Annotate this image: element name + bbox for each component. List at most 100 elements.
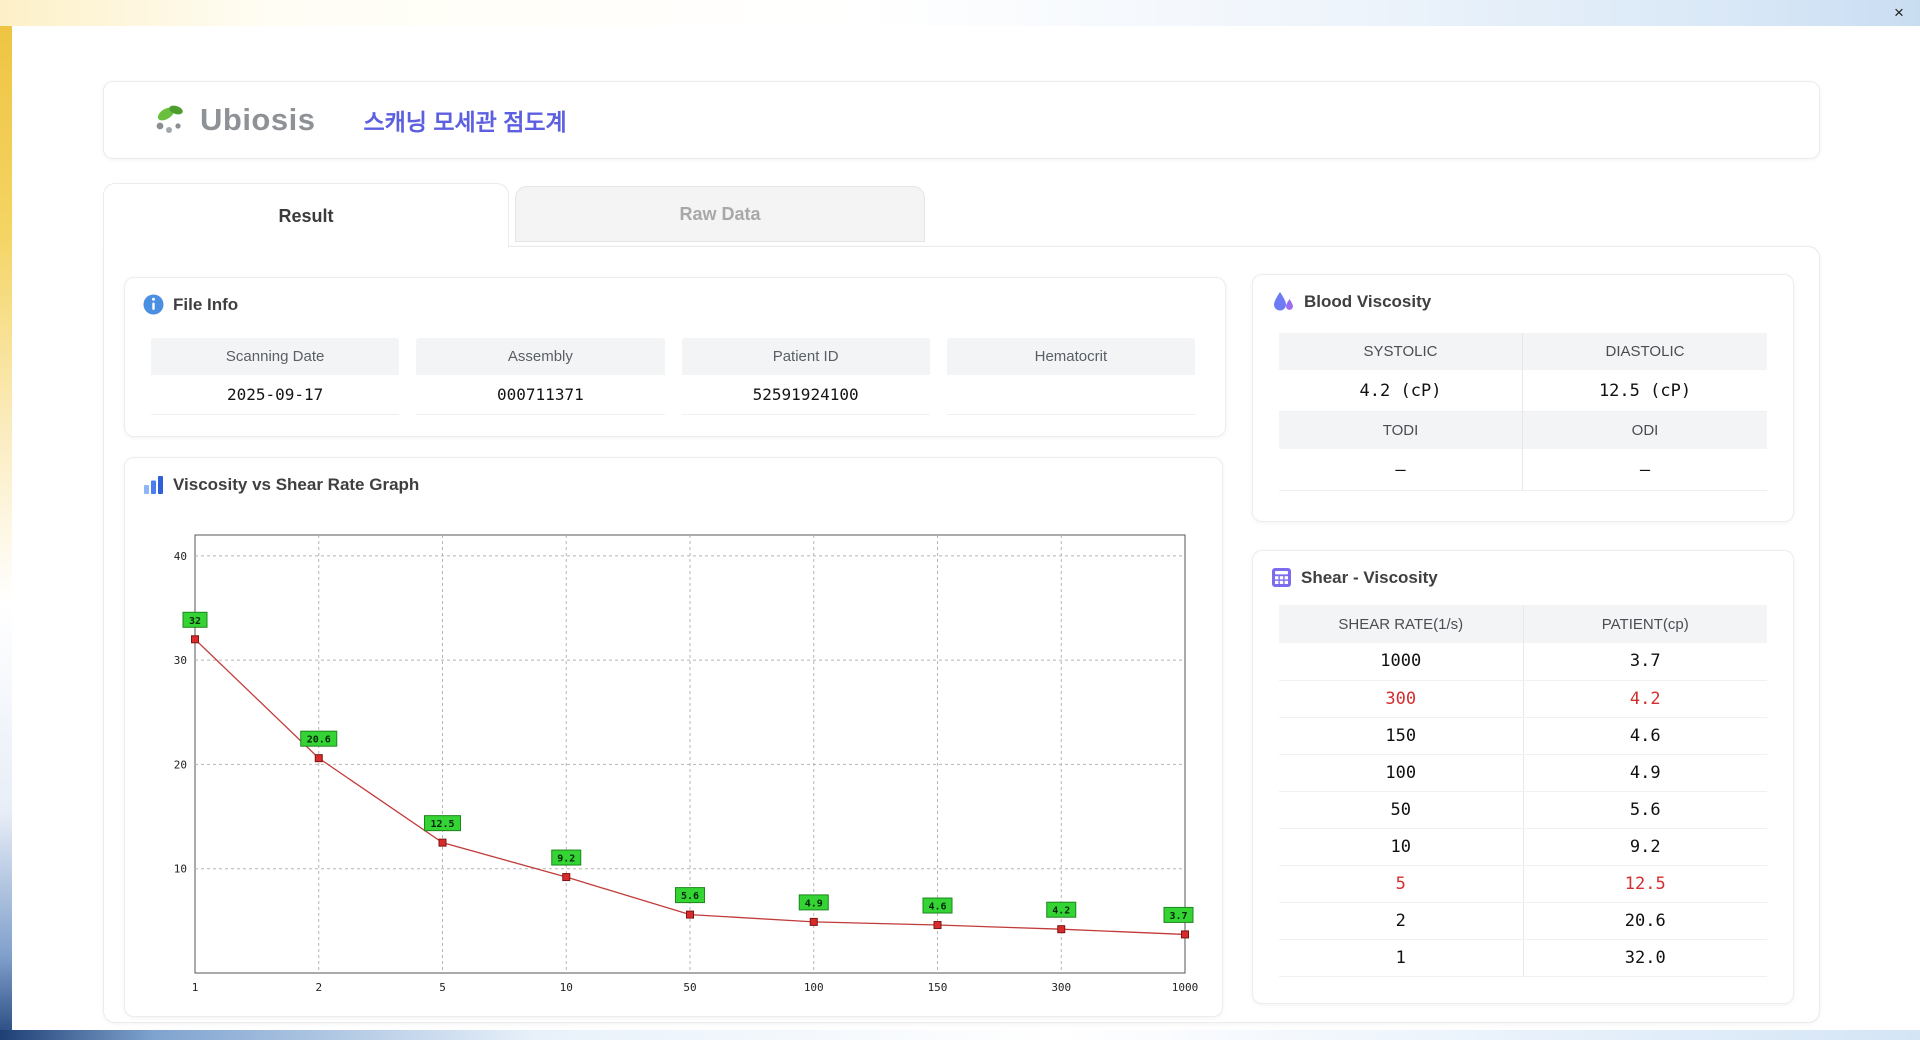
shear-cell: 1000 <box>1279 643 1524 681</box>
brand-logo: Ubiosis <box>152 102 315 138</box>
shear-cell: 10 <box>1279 828 1524 866</box>
patient-cell: 32.0 <box>1523 939 1767 977</box>
svg-text:3.7: 3.7 <box>1169 911 1187 922</box>
svg-text:100: 100 <box>804 981 824 994</box>
patient-cell: 9.2 <box>1523 828 1767 866</box>
svg-text:300: 300 <box>1051 981 1071 994</box>
shear-rate-column-header: SHEAR RATE(1/s) <box>1279 605 1524 643</box>
graph-title: Viscosity vs Shear Rate Graph <box>125 458 1222 495</box>
svg-text:1000: 1000 <box>1172 981 1199 994</box>
svg-text:4.2: 4.2 <box>1052 906 1070 917</box>
table-row: 300 4.2 <box>1279 680 1767 718</box>
odi-value: – <box>1523 449 1767 491</box>
blood-viscosity-title-text: Blood Viscosity <box>1304 292 1432 311</box>
shear-viscosity-title-text: Shear - Viscosity <box>1301 567 1438 587</box>
shear-table-header-row: SHEAR RATE(1/s) PATIENT(cp) <box>1279 605 1767 643</box>
todi-label: TODI <box>1279 412 1523 449</box>
blood-viscosity-table: SYSTOLIC DIASTOLIC 4.2 (cP) 12.5 (cP) TO… <box>1279 333 1767 491</box>
ubiosis-logo-icon <box>156 105 183 133</box>
field-label: Scanning Date <box>151 338 400 375</box>
svg-text:150: 150 <box>928 981 948 994</box>
systolic-value: 4.2 (cP) <box>1279 370 1523 412</box>
blood-viscosity-card: Blood Viscosity SYSTOLIC DIASTOLIC 4.2 (… <box>1252 274 1794 522</box>
field-value: 52591924100 <box>681 375 930 415</box>
field-assembly: Assembly 000711371 <box>416 338 665 415</box>
svg-text:20: 20 <box>174 758 187 771</box>
viscosity-chart: 10 20 30 40 1 2 5 10 50 100 150 300 1000 32 20.6 12.5 9.… <box>174 534 1199 994</box>
desktop-edge-left <box>0 0 12 1040</box>
info-icon <box>143 294 164 315</box>
tab-raw-data[interactable]: Raw Data <box>515 186 925 242</box>
tab-result-label: Result <box>278 205 334 226</box>
content-panel: File Info Scanning Date 2025-09-17 Assem… <box>103 246 1820 1023</box>
svg-text:5: 5 <box>439 981 446 994</box>
table-row: 50 5.6 <box>1279 791 1767 829</box>
header-card: Ubiosis 스캐닝 모세관 점도계 <box>103 81 1820 159</box>
svg-text:20.6: 20.6 <box>307 735 331 746</box>
field-scanning-date: Scanning Date 2025-09-17 <box>151 338 400 415</box>
patient-cell: 4.2 <box>1523 680 1767 718</box>
blood-viscosity-title: Blood Viscosity <box>1253 275 1793 313</box>
table-row: 150 4.6 <box>1279 717 1767 755</box>
svg-text:9.2: 9.2 <box>557 854 575 865</box>
app-window: Ubiosis 스캐닝 모세관 점도계 Result Raw Data File… <box>12 26 1920 1030</box>
shear-viscosity-title: Shear - Viscosity <box>1253 551 1793 588</box>
desktop-edge-bottom <box>0 1030 1920 1040</box>
systolic-label: SYSTOLIC <box>1279 333 1523 370</box>
patient-cell: 3.7 <box>1523 643 1767 681</box>
tab-raw-data-label: Raw Data <box>679 203 761 224</box>
field-patient-id: Patient ID 52591924100 <box>681 338 930 415</box>
field-value <box>946 375 1195 415</box>
field-value: 2025-09-17 <box>151 375 400 415</box>
svg-text:12.5: 12.5 <box>430 819 454 830</box>
file-info-title: File Info <box>125 278 1225 315</box>
shear-cell: 100 <box>1279 754 1524 792</box>
diastolic-label: DIASTOLIC <box>1523 333 1767 370</box>
file-info-title-text: File Info <box>173 294 239 314</box>
svg-text:40: 40 <box>174 550 187 563</box>
patient-cell: 4.6 <box>1523 717 1767 755</box>
blood-drops-icon <box>1274 292 1293 311</box>
field-hematocrit: Hematocrit <box>946 338 1195 415</box>
field-value: 000711371 <box>416 375 665 415</box>
shear-cell: 5 <box>1279 865 1524 903</box>
patient-cell: 12.5 <box>1523 865 1767 903</box>
svg-text:1: 1 <box>192 981 199 994</box>
table-row: 10 9.2 <box>1279 828 1767 866</box>
table-row: 100 4.9 <box>1279 754 1767 792</box>
table-icon <box>1272 568 1291 587</box>
svg-text:32: 32 <box>189 616 201 627</box>
table-row: 2 20.6 <box>1279 902 1767 940</box>
page-title: 스캐닝 모세관 점도계 <box>363 109 567 135</box>
file-info-fields: Scanning Date 2025-09-17 Assembly 000711… <box>151 338 1195 415</box>
table-row: 5 12.5 <box>1279 865 1767 903</box>
svg-text:10: 10 <box>560 981 573 994</box>
svg-text:10: 10 <box>174 863 187 876</box>
graph-card: Viscosity vs Shear Rate Graph 10 20 30 40 1 2… <box>124 457 1223 1017</box>
brand-name: Ubiosis <box>200 102 316 137</box>
diastolic-value: 12.5 (cP) <box>1523 370 1767 412</box>
window-titlebar <box>0 0 1920 26</box>
patient-cell: 4.9 <box>1523 754 1767 792</box>
shear-table: SHEAR RATE(1/s) PATIENT(cp) 1000 3.7 300 4.… <box>1279 605 1767 977</box>
patient-column-header: PATIENT(cp) <box>1523 605 1767 643</box>
svg-text:5.6: 5.6 <box>681 891 699 902</box>
odi-label: ODI <box>1523 412 1767 449</box>
svg-text:4.9: 4.9 <box>805 898 823 909</box>
file-info-card: File Info Scanning Date 2025-09-17 Assem… <box>124 277 1226 437</box>
table-row: 1000 3.7 <box>1279 643 1767 681</box>
todi-value: – <box>1279 449 1523 491</box>
field-label: Patient ID <box>681 338 930 375</box>
svg-text:50: 50 <box>683 981 696 994</box>
shear-viscosity-card: Shear - Viscosity SHEAR RATE(1/s) PATIEN… <box>1252 550 1794 1004</box>
tab-result[interactable]: Result <box>103 183 509 248</box>
graph-title-text: Viscosity vs Shear Rate Graph <box>173 474 420 494</box>
shear-cell: 300 <box>1279 680 1524 718</box>
close-button[interactable]: × <box>1888 2 1910 24</box>
field-label: Assembly <box>416 338 665 375</box>
table-row: 1 32.0 <box>1279 939 1767 977</box>
close-icon: × <box>1894 3 1904 22</box>
svg-text:4.6: 4.6 <box>928 902 946 913</box>
patient-cell: 5.6 <box>1523 791 1767 829</box>
chart-wrap: 10 20 30 40 1 2 5 10 50 100 150 300 1000 32 20.6 12.5 9.… <box>145 506 1204 1009</box>
